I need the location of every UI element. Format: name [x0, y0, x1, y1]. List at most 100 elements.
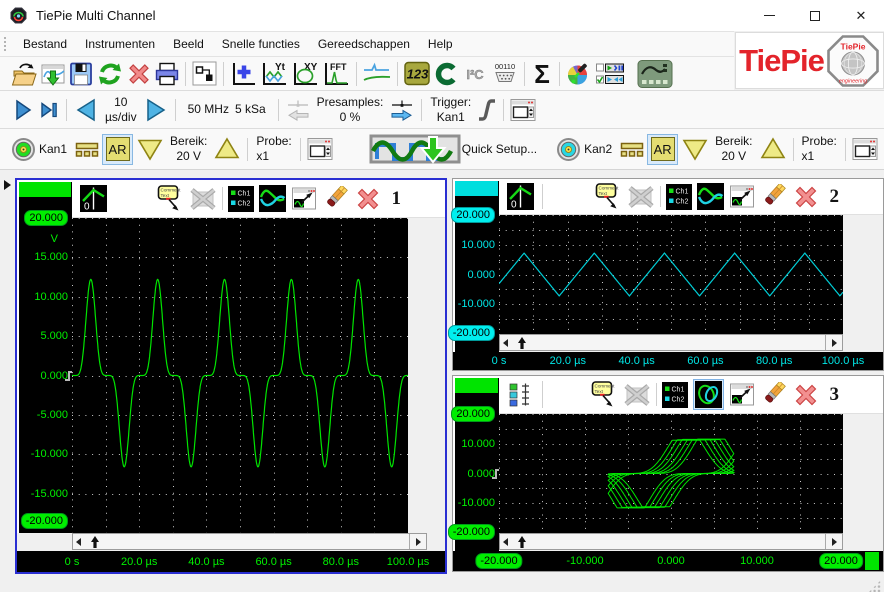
kan1-range-up-button[interactable] — [211, 134, 243, 164]
menu-item-instrumenten[interactable]: Instrumenten — [76, 32, 164, 56]
save-button[interactable] — [67, 60, 95, 88]
legend-ch-button[interactable]: Ch1 Ch2 — [228, 186, 254, 212]
window-arrow-button[interactable] — [729, 382, 755, 407]
graph-3[interactable]: Comment Text Ch1 Ch2 320.00010.0000.000-… — [452, 375, 884, 572]
close-button[interactable]: ✕ — [838, 0, 884, 31]
scroll-right-button[interactable] — [825, 534, 842, 549]
window-arrow-button[interactable] — [729, 184, 755, 209]
presamples-decrease-button[interactable] — [283, 95, 313, 125]
minimize-button[interactable] — [746, 0, 792, 31]
kan2-coupling-button[interactable] — [618, 136, 646, 162]
kan1-coupling-button[interactable] — [73, 136, 101, 162]
trigger-position-marker[interactable] — [517, 535, 527, 549]
no-marker-button[interactable] — [189, 186, 217, 212]
sensor-button[interactable] — [636, 58, 674, 90]
menu-item-snelle-functies[interactable]: Snelle functies — [213, 32, 309, 56]
scroll-left-icon[interactable] — [503, 339, 508, 347]
menu-item-bestand[interactable]: Bestand — [14, 32, 76, 56]
scroll-left-icon[interactable] — [503, 538, 508, 546]
graph-1[interactable]: 0 Comment Text Ch1 Ch2 120.00015.00 — [15, 178, 447, 574]
y-axis-header[interactable] — [455, 378, 498, 393]
y-axis-header[interactable] — [455, 181, 498, 196]
plot-area[interactable] — [499, 414, 843, 533]
horizontal-scrollbar[interactable] — [499, 334, 843, 351]
autorun-button[interactable] — [594, 60, 626, 88]
presamples-increase-button[interactable] — [387, 95, 417, 125]
x-axis[interactable]: 0 s20.0 µs40.0 µs60.0 µs80.0 µs100.0 µs — [17, 551, 445, 572]
kan2-range-up-button[interactable] — [757, 134, 789, 164]
window-resize-grip[interactable] — [868, 580, 881, 592]
xy-rings-button[interactable] — [695, 381, 722, 408]
horizontal-scrollbar[interactable] — [499, 533, 843, 550]
layout-scheme-button[interactable] — [190, 59, 219, 88]
yt-waves-button[interactable] — [259, 185, 286, 212]
xy-graph-button[interactable]: XY — [290, 59, 321, 89]
maximize-button[interactable] — [792, 0, 838, 31]
tree-splitter[interactable] — [0, 170, 14, 574]
x-axis[interactable]: -20.000-10.0000.00010.00020.000 — [453, 551, 883, 571]
meter-123-button[interactable]: 123 — [402, 59, 432, 88]
window-arrow-button[interactable] — [291, 186, 317, 211]
zero-axis-button[interactable]: 0 — [507, 183, 534, 210]
multigraph-button[interactable] — [361, 60, 393, 88]
kan1-autorange-button[interactable]: AR — [102, 134, 133, 165]
eraser-button[interactable] — [760, 382, 787, 407]
x-axis[interactable]: 0 s20.0 µs40.0 µs60.0 µs80.0 µs100.0 µs — [453, 352, 883, 370]
x-axis-header[interactable] — [865, 552, 879, 570]
menu-item-gereedschappen[interactable]: Gereedschappen — [309, 32, 419, 56]
quick-setup-button[interactable] — [368, 132, 462, 166]
fft-graph-button[interactable]: FFT — [321, 59, 352, 89]
y-axis[interactable] — [19, 182, 72, 533]
close-x-button[interactable] — [354, 185, 382, 213]
comment-button[interactable]: Comment Text — [157, 184, 184, 213]
trigger-position-marker[interactable] — [517, 336, 527, 350]
zero-axis-button[interactable]: 0 — [80, 185, 107, 212]
scroll-left-icon[interactable] — [76, 538, 81, 546]
kan1-enable-button[interactable] — [10, 136, 37, 163]
menu-item-help[interactable]: Help — [419, 32, 462, 56]
eraser-button[interactable] — [760, 184, 787, 209]
instrument-settings-button[interactable] — [508, 96, 538, 124]
sigma-button[interactable]: Σ — [529, 59, 555, 89]
trigger-slope-button[interactable] — [475, 95, 499, 125]
i2c-button[interactable]: I²C — [460, 60, 490, 88]
scroll-right-button[interactable] — [825, 335, 842, 350]
add-graph-button[interactable] — [228, 59, 259, 89]
close-x-button[interactable] — [792, 183, 820, 211]
serial-button[interactable]: 00110 — [490, 60, 520, 88]
c-logo-button[interactable] — [432, 60, 460, 88]
kan2-autorange-button[interactable]: AR — [647, 134, 678, 165]
yt-waves-button[interactable] — [697, 183, 724, 210]
delete-x-button[interactable] — [125, 60, 153, 88]
oneshot-button[interactable] — [36, 96, 62, 124]
no-marker-button[interactable] — [623, 382, 651, 408]
plot-area[interactable] — [72, 218, 408, 533]
kan2-settings-button[interactable] — [850, 135, 880, 163]
open-folder-button[interactable] — [10, 60, 39, 88]
plot-area[interactable] — [499, 215, 843, 334]
axes-offsets-button[interactable] — [507, 381, 534, 408]
legend-ch-button[interactable]: Ch1 Ch2 — [666, 184, 692, 210]
trigger-position-marker[interactable] — [90, 535, 100, 549]
comment-button[interactable]: Comment Text — [591, 380, 618, 409]
print-button[interactable] — [153, 60, 181, 88]
kan1-settings-button[interactable] — [305, 135, 335, 163]
color-sphere-button[interactable] — [564, 59, 594, 88]
y-axis-header[interactable] — [19, 182, 71, 197]
yt-graph-button[interactable]: Yt — [259, 59, 290, 89]
legend-ch-button[interactable]: Ch1 Ch2 — [662, 382, 688, 408]
kan2-enable-button[interactable] — [555, 136, 582, 163]
menu-item-beeld[interactable]: Beeld — [164, 32, 213, 56]
graph-2[interactable]: 0 Comment Text Ch1 Ch2 220.00010.00 — [452, 178, 884, 371]
comment-button[interactable]: Comment Text — [595, 182, 622, 211]
refresh-button[interactable] — [95, 60, 125, 88]
horizontal-scrollbar[interactable] — [72, 533, 427, 550]
export-image-button[interactable] — [39, 60, 67, 88]
timebase-increase-button[interactable] — [141, 95, 171, 125]
timebase-decrease-button[interactable] — [71, 95, 101, 125]
start-button[interactable] — [10, 96, 36, 124]
close-x-button[interactable] — [792, 381, 820, 409]
eraser-button[interactable] — [322, 186, 349, 211]
scroll-right-button[interactable] — [409, 534, 426, 549]
no-marker-button[interactable] — [627, 184, 655, 210]
